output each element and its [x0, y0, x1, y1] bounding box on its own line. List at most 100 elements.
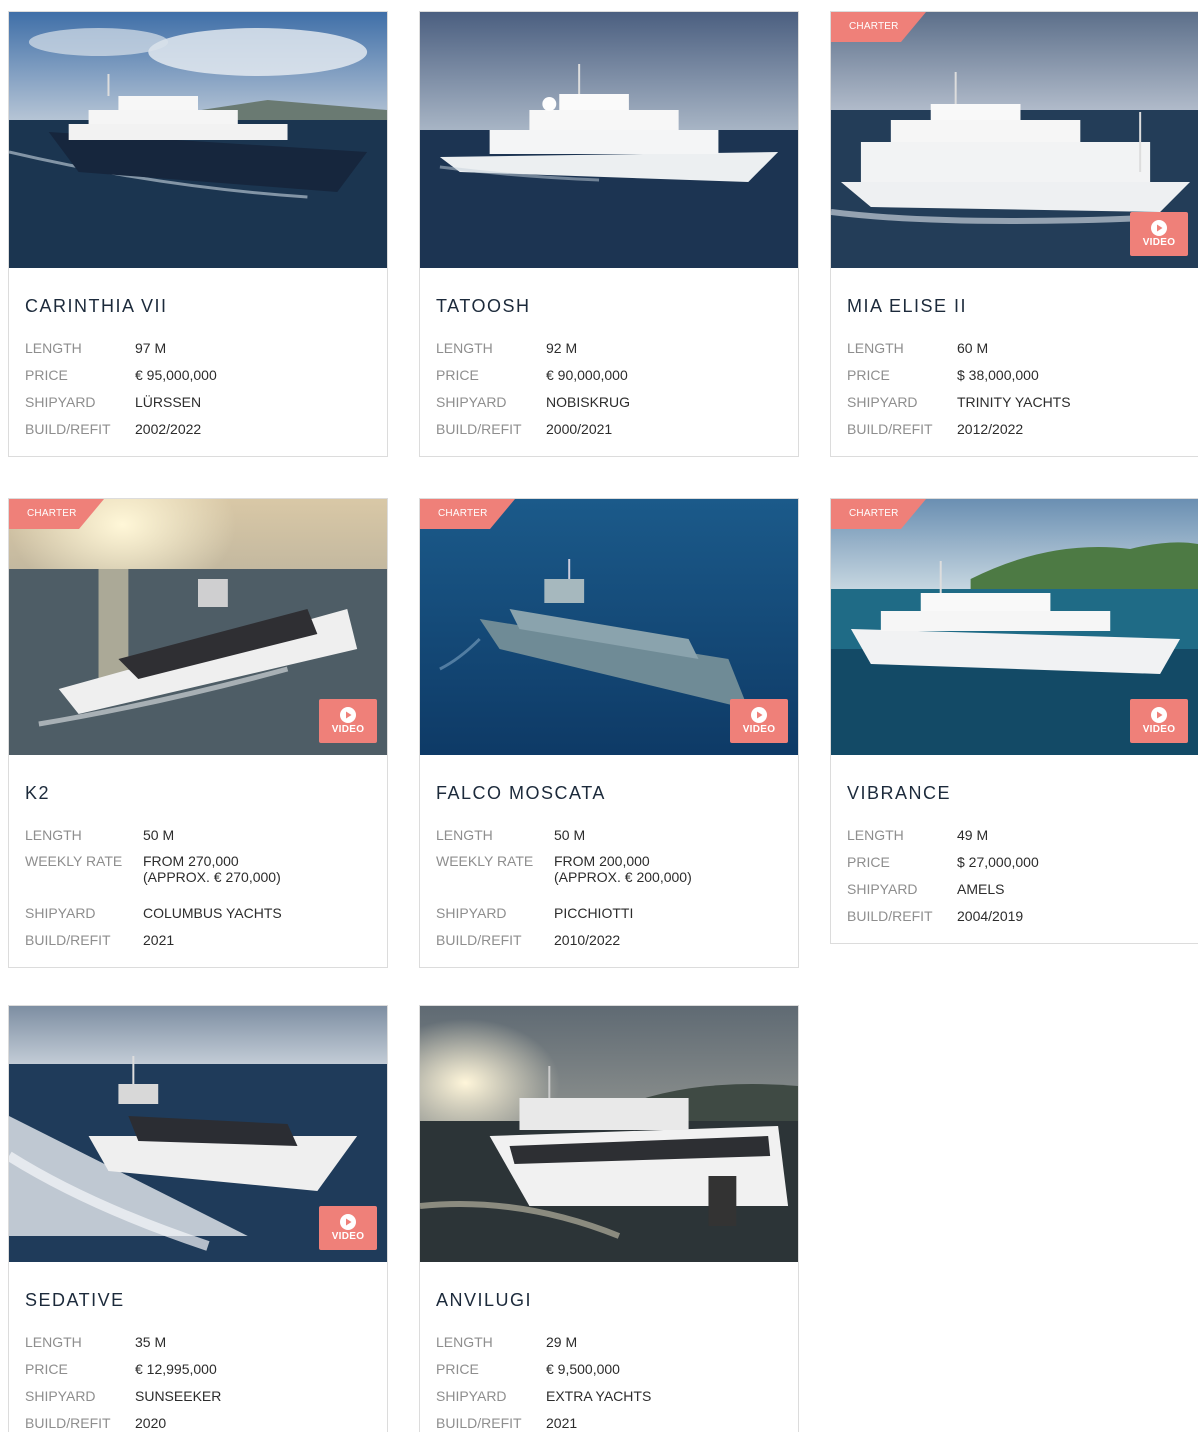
charter-badge: CHARTER — [9, 499, 104, 529]
spec-label: PRICE — [847, 853, 890, 870]
spec-label: LENGTH — [847, 826, 904, 843]
yacht-card[interactable]: VIDEO SEDATIVE LENGTH 35 M PRICE € 12,995,… — [8, 1005, 388, 1432]
spec-value: AMELS — [957, 880, 1005, 897]
yacht-name[interactable]: VIBRANCE — [847, 783, 1198, 807]
spec-value: 49 M — [957, 826, 989, 843]
spec-label: LENGTH — [25, 1333, 82, 1350]
yacht-photo[interactable]: CHARTER VIDEO — [831, 499, 1198, 755]
spec-label: SHIPYARD — [847, 880, 918, 897]
spec-label: BUILD/REFIT — [847, 907, 933, 924]
video-button[interactable]: VIDEO — [319, 699, 377, 743]
yacht-name[interactable]: MIA ELISE II — [847, 296, 1198, 320]
spec-value: 2002/2022 — [135, 420, 202, 437]
spec-value: $ 27,000,000 — [957, 853, 1039, 870]
play-icon — [1151, 707, 1167, 723]
spec-label: LENGTH — [25, 826, 82, 843]
yacht-name[interactable]: K2 — [25, 783, 387, 807]
spec-value: € 9,500,000 — [546, 1360, 620, 1377]
spec-label: SHIPYARD — [436, 904, 507, 921]
yacht-photo[interactable] — [420, 1006, 798, 1262]
yacht-photo[interactable] — [9, 12, 387, 268]
spec-value: LÜRSSEN — [135, 393, 202, 410]
spec-label: WEEKLY RATE — [25, 853, 123, 869]
spec-value: COLUMBUS YACHTS — [143, 904, 282, 921]
yacht-photo[interactable]: VIDEO — [9, 1006, 387, 1262]
spec-value: 92 M — [546, 339, 578, 356]
yacht-card[interactable]: ANVILUGI LENGTH 29 M PRICE € 9,500,000 SHI… — [419, 1005, 799, 1432]
spec-label: PRICE — [436, 1360, 479, 1377]
yacht-specs: LENGTH 92 M PRICE € 90,000,000 SHIPYARD NOB… — [436, 334, 630, 442]
play-icon — [340, 1214, 356, 1230]
yacht-card[interactable]: TATOOSH LENGTH 92 M PRICE € 90,000,000 SHI… — [419, 11, 799, 457]
charter-badge: CHARTER — [831, 499, 926, 529]
charter-badge: CHARTER — [831, 12, 926, 42]
yacht-card[interactable]: CHARTER VIDEO K2 LENGTH 50 M WEEKLY RATE F… — [8, 498, 388, 968]
spec-label: BUILD/REFIT — [847, 420, 933, 437]
spec-value: $ 38,000,000 — [957, 366, 1039, 383]
spec-label: PRICE — [436, 366, 479, 383]
yacht-photo[interactable]: CHARTER VIDEO — [420, 499, 798, 755]
spec-value: 2021 — [143, 931, 175, 948]
yacht-specs: LENGTH 60 M PRICE $ 38,000,000 SHIPYARD TRI… — [847, 334, 1071, 442]
yacht-name[interactable]: TATOOSH — [436, 296, 798, 320]
yacht-card[interactable]: CHARTER VIDEO VIBRANCE LENGTH 49 M PRICE $… — [830, 498, 1198, 944]
spec-value: EXTRA YACHTS — [546, 1387, 652, 1404]
spec-value: 97 M — [135, 339, 167, 356]
spec-value: 60 M — [957, 339, 989, 356]
spec-value: € 95,000,000 — [135, 366, 217, 383]
play-icon — [1151, 220, 1167, 236]
spec-label: LENGTH — [436, 1333, 493, 1350]
yacht-card[interactable]: CHARTER VIDEO MIA ELISE II LENGTH 60 M PR… — [830, 11, 1198, 457]
video-button[interactable]: VIDEO — [319, 1206, 377, 1250]
spec-value-approx: (APPROX. € 200,000) — [554, 869, 692, 885]
video-button[interactable]: VIDEO — [730, 699, 788, 743]
spec-value: 2004/2019 — [957, 907, 1024, 924]
spec-value: 35 M — [135, 1333, 167, 1350]
yacht-specs: LENGTH 29 M PRICE € 9,500,000 SHIPYARD EXTR… — [436, 1328, 651, 1432]
video-button[interactable]: VIDEO — [1130, 212, 1188, 256]
yacht-specs: LENGTH 35 M PRICE € 12,995,000 SHIPYARD SUN… — [25, 1328, 221, 1432]
spec-label: BUILD/REFIT — [436, 931, 522, 948]
spec-label: SHIPYARD — [436, 393, 507, 410]
yacht-name[interactable]: CARINTHIA VII — [25, 296, 387, 320]
spec-label: BUILD/REFIT — [25, 420, 111, 437]
play-icon — [340, 707, 356, 723]
video-button[interactable]: VIDEO — [1130, 699, 1188, 743]
yacht-card[interactable]: CHARTER VIDEO FALCO MOSCATA LENGTH 50 M W… — [419, 498, 799, 968]
spec-label: SHIPYARD — [25, 393, 96, 410]
yacht-name[interactable]: FALCO MOSCATA — [436, 783, 798, 807]
spec-value-approx: (APPROX. € 270,000) — [143, 869, 281, 885]
spec-value: FROM 270,000 — [143, 853, 239, 869]
spec-label: LENGTH — [25, 339, 82, 356]
charter-badge: CHARTER — [420, 499, 515, 529]
spec-label: PRICE — [25, 1360, 68, 1377]
yacht-photo[interactable]: CHARTER VIDEO — [9, 499, 387, 755]
spec-value: 2010/2022 — [554, 931, 621, 948]
spec-label: LENGTH — [436, 339, 493, 356]
spec-value: SUNSEEKER — [135, 1387, 222, 1404]
spec-value: 50 M — [143, 826, 175, 843]
spec-label: SHIPYARD — [436, 1387, 507, 1404]
yacht-photo[interactable]: CHARTER VIDEO — [831, 12, 1198, 268]
spec-label: WEEKLY RATE — [436, 853, 534, 869]
spec-label: SHIPYARD — [25, 904, 96, 921]
play-icon — [751, 707, 767, 723]
spec-value: 2020 — [135, 1414, 167, 1431]
spec-label: BUILD/REFIT — [436, 1414, 522, 1431]
spec-value: FROM 200,000 — [554, 853, 650, 869]
spec-label: SHIPYARD — [25, 1387, 96, 1404]
yacht-card[interactable]: CARINTHIA VII LENGTH 97 M PRICE € 95,000,0… — [8, 11, 388, 457]
spec-value: NOBISKRUG — [546, 393, 631, 410]
spec-value: 50 M — [554, 826, 586, 843]
spec-label: LENGTH — [847, 339, 904, 356]
yacht-photo[interactable] — [420, 12, 798, 268]
spec-label: PRICE — [847, 366, 890, 383]
spec-value: 2012/2022 — [957, 420, 1024, 437]
spec-label: BUILD/REFIT — [436, 420, 522, 437]
spec-label: SHIPYARD — [847, 393, 918, 410]
spec-value: PICCHIOTTI — [554, 904, 634, 921]
spec-value: 2021 — [546, 1414, 578, 1431]
spec-value: 29 M — [546, 1333, 578, 1350]
yacht-name[interactable]: ANVILUGI — [436, 1290, 798, 1314]
yacht-name[interactable]: SEDATIVE — [25, 1290, 387, 1314]
